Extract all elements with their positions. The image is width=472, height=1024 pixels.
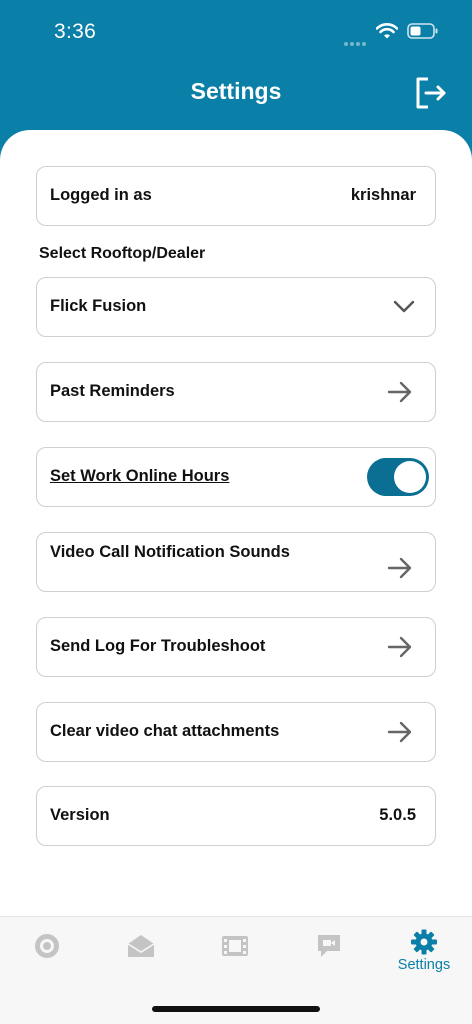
send-log-row[interactable]: Send Log For Troubleshoot: [36, 617, 436, 677]
tab-settings-label: Settings: [397, 957, 451, 973]
work-online-hours-link[interactable]: Set Work Online Hours: [50, 467, 229, 486]
status-bar: 3:36: [0, 0, 472, 62]
clear-attachments-row[interactable]: Clear video chat attachments: [36, 702, 436, 762]
logged-in-row: Logged in as krishnar: [36, 166, 436, 226]
logout-icon[interactable]: [414, 76, 448, 110]
tab-messages[interactable]: [94, 917, 188, 987]
title-row: Settings: [0, 70, 472, 116]
logged-in-label: Logged in as: [50, 186, 152, 204]
chevron-down-icon: [393, 300, 415, 313]
version-row: Version 5.0.5: [36, 786, 436, 846]
arrow-right-icon: [387, 381, 412, 403]
past-reminders-row[interactable]: Past Reminders: [36, 362, 436, 422]
video-call-sounds-row[interactable]: Video Call Notification Sounds: [36, 532, 436, 592]
version-label: Version: [50, 806, 110, 824]
dealer-section-label: Select Rooftop/Dealer: [39, 245, 206, 262]
home-indicator: [152, 1006, 320, 1012]
page-title: Settings: [190, 78, 282, 104]
tab-settings[interactable]: Settings: [377, 917, 471, 987]
film-icon: [222, 936, 248, 956]
dealer-selected-value: Flick Fusion: [50, 297, 147, 315]
toggle-knob: [394, 461, 426, 493]
settings-content: Logged in as krishnar Select Rooftop/Dea…: [0, 130, 472, 916]
logged-in-username: krishnar: [350, 186, 416, 204]
version-value: 5.0.5: [379, 806, 416, 824]
battery-icon: [407, 23, 438, 39]
tab-videos[interactable]: [188, 917, 282, 987]
cellular-signal-icon: [344, 33, 370, 46]
gear-icon: [411, 929, 437, 955]
arrow-right-icon: [387, 721, 412, 743]
tab-target[interactable]: [0, 917, 94, 987]
past-reminders-label: Past Reminders: [50, 382, 175, 400]
dealer-select[interactable]: Flick Fusion: [36, 277, 436, 337]
video-call-sounds-label: Video Call Notification Sounds: [50, 543, 290, 561]
envelope-icon: [127, 935, 155, 957]
clear-attachments-label: Clear video chat attachments: [50, 722, 280, 740]
tab-video-chat[interactable]: [282, 917, 376, 987]
status-time: 3:36: [54, 20, 97, 43]
video-chat-icon: [318, 935, 340, 957]
work-online-hours-toggle[interactable]: [367, 458, 429, 496]
target-icon: [35, 934, 59, 958]
work-online-hours-row: Set Work Online Hours: [36, 447, 436, 507]
wifi-icon: [376, 23, 398, 39]
send-log-label: Send Log For Troubleshoot: [50, 637, 266, 655]
arrow-right-icon: [387, 636, 412, 658]
arrow-right-icon: [387, 557, 412, 579]
